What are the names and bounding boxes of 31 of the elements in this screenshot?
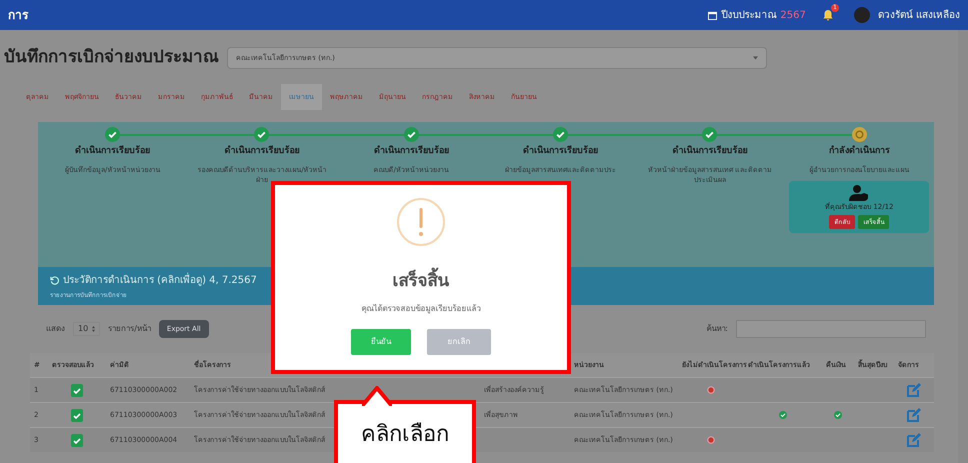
- dialog-title: เสร็จสิ้น: [392, 269, 450, 294]
- history-link[interactable]: ประวัติการดำเนินการ (คลิกเพื่อดู) 4, 7.2567: [63, 272, 257, 288]
- edit-icon[interactable]: [907, 383, 921, 397]
- step-title: ดำเนินการเรียบร้อย: [75, 145, 150, 158]
- brand-name: การ: [8, 7, 28, 24]
- warning-icon: [396, 197, 446, 247]
- year-label: 2567: [780, 8, 806, 22]
- step-title: กำลังดำเนินการ: [828, 145, 890, 158]
- bell-icon[interactable]: [822, 9, 834, 21]
- budget-year-selector[interactable]: ปีงบประมาณ: [721, 8, 776, 22]
- step-title: ดำเนินการเรียบร้อย: [672, 145, 748, 158]
- search-label: ค้นหา:: [706, 323, 728, 335]
- calendar-icon: [708, 10, 718, 20]
- sort-icon: [92, 326, 96, 332]
- confirm-button[interactable]: ยืนยัน: [351, 328, 411, 354]
- per-page-label: รายการ/หน้า: [108, 323, 151, 335]
- step-title: ดำเนินการเรียบร้อย: [224, 145, 300, 158]
- caret-icon: [753, 56, 758, 60]
- page-title: บันทึกการเบิกจ่ายงบประมาณ: [4, 46, 219, 70]
- step-title: ดำเนินการเรียบร้อย: [523, 145, 598, 158]
- step-title: ดำเนินการเรียบร้อย: [374, 145, 449, 158]
- cancel-button[interactable]: ยกเลิก: [427, 328, 491, 354]
- edit-icon[interactable]: [907, 408, 921, 422]
- show-label: แสดง: [46, 323, 65, 335]
- history-icon: [50, 276, 59, 284]
- callout-text: คลิกเลือก: [361, 420, 449, 448]
- dialog-message: คุณได้ตรวจสอบข้อมูลเรียบร้อยแล้ว: [362, 302, 480, 314]
- page-size-select[interactable]: 10: [73, 322, 100, 336]
- user-name[interactable]: ดวงรัตน์ แสงเหลือง: [878, 8, 960, 22]
- edit-icon[interactable]: [907, 433, 921, 447]
- user-shield-icon: [849, 184, 870, 200]
